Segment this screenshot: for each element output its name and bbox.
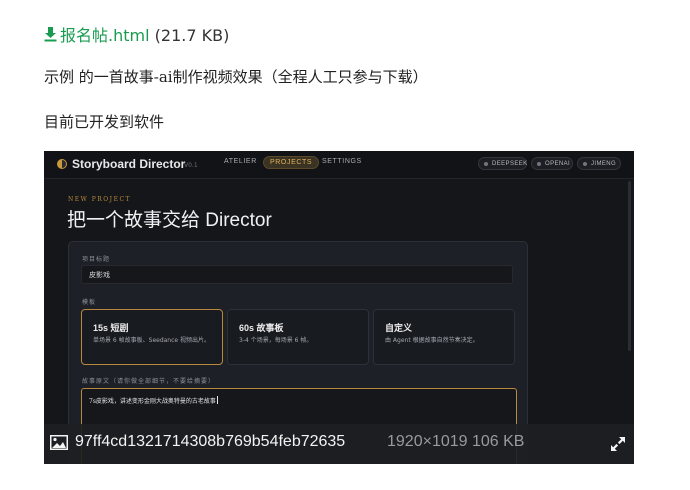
status-dot-icon [537, 162, 541, 166]
download-icon [44, 27, 57, 42]
post-paragraph: 目前已开发到软件 [44, 113, 165, 131]
page-title: 把一个故事交给 Director [67, 210, 272, 231]
image-info-bar: 97ff4cd1321714308b769b54feb72635 1920×10… [44, 424, 634, 464]
scrollbar[interactable] [628, 181, 631, 351]
template-card-title: 自定义 [385, 323, 413, 333]
project-title-input[interactable]: 皮影戏 [81, 265, 513, 284]
image-meta: 1920×1019 106 KB [387, 433, 525, 450]
embedded-screenshot[interactable]: Storyboard Director V0.1 ATELIER PROJECT… [44, 151, 634, 464]
attachment-link[interactable]: 报名帖.html (21.7 KB) [44, 22, 229, 46]
template-card-custom[interactable]: 自定义 由 Agent 根据故事自然节奏决定。 [373, 309, 515, 365]
story-label: 故事原文（请你做全部细节，不要给摘要） [82, 378, 216, 385]
image-filename: 97ff4cd1321714308b769b54feb72635 [75, 433, 346, 450]
nav-tab-projects[interactable]: PROJECTS [263, 156, 320, 169]
nav-tab-settings[interactable]: SETTINGS [322, 158, 362, 165]
provider-label: OPENAI [545, 161, 571, 167]
story-text: 7s皮影戏，讲述变形金刚大战奥特曼的古老故事 [89, 396, 218, 405]
provider-label: DEEPSEEK [492, 161, 528, 167]
template-card-desc: 由 Agent 根据故事自然节奏决定。 [385, 337, 479, 344]
status-dot-icon [583, 162, 587, 166]
post-paragraph: 示例 的一首故事-ai制作视频效果（全程人工只参与下载） [44, 68, 428, 86]
half-moon-logo-icon [57, 159, 67, 169]
template-card-title: 15s 短剧 [93, 323, 129, 333]
provider-pill-jimeng[interactable]: JIMENG [577, 157, 621, 170]
provider-pill-deepseek[interactable]: DEEPSEEK [478, 157, 527, 170]
provider-pill-openai[interactable]: OPENAI [531, 157, 573, 170]
template-card-desc: 单场景 6 帧故事板、Seedance 视频出片。 [93, 337, 211, 344]
app-title: Storyboard Director [72, 157, 186, 171]
status-dot-icon [484, 162, 488, 166]
image-icon [50, 435, 68, 450]
template-card-15s[interactable]: 15s 短剧 单场景 6 帧故事板、Seedance 视频出片。 [81, 309, 223, 365]
template-card-desc: 3-4 个场景，每场景 6 帧。 [239, 337, 313, 344]
template-label: 模板 [82, 299, 97, 306]
text-caret [216, 396, 218, 404]
expand-icon[interactable] [610, 436, 626, 452]
project-title-label: 项目标题 [82, 256, 111, 263]
attachment-size: (21.7 KB) [154, 26, 230, 45]
nav-tab-atelier[interactable]: ATELIER [224, 158, 257, 165]
provider-label: JIMENG [591, 161, 617, 167]
template-card-title: 60s 故事板 [239, 323, 284, 333]
story-text-value: 7s皮影戏，讲述变形金刚大战奥特曼的古老故事 [89, 398, 216, 405]
app-version: V0.1 [184, 162, 198, 169]
app-topbar: Storyboard Director V0.1 ATELIER PROJECT… [44, 151, 634, 179]
attachment-filename[interactable]: 报名帖.html [60, 26, 150, 45]
section-eyebrow: NEW PROJECT [68, 196, 132, 203]
template-card-60s[interactable]: 60s 故事板 3-4 个场景，每场景 6 帧。 [227, 309, 369, 365]
